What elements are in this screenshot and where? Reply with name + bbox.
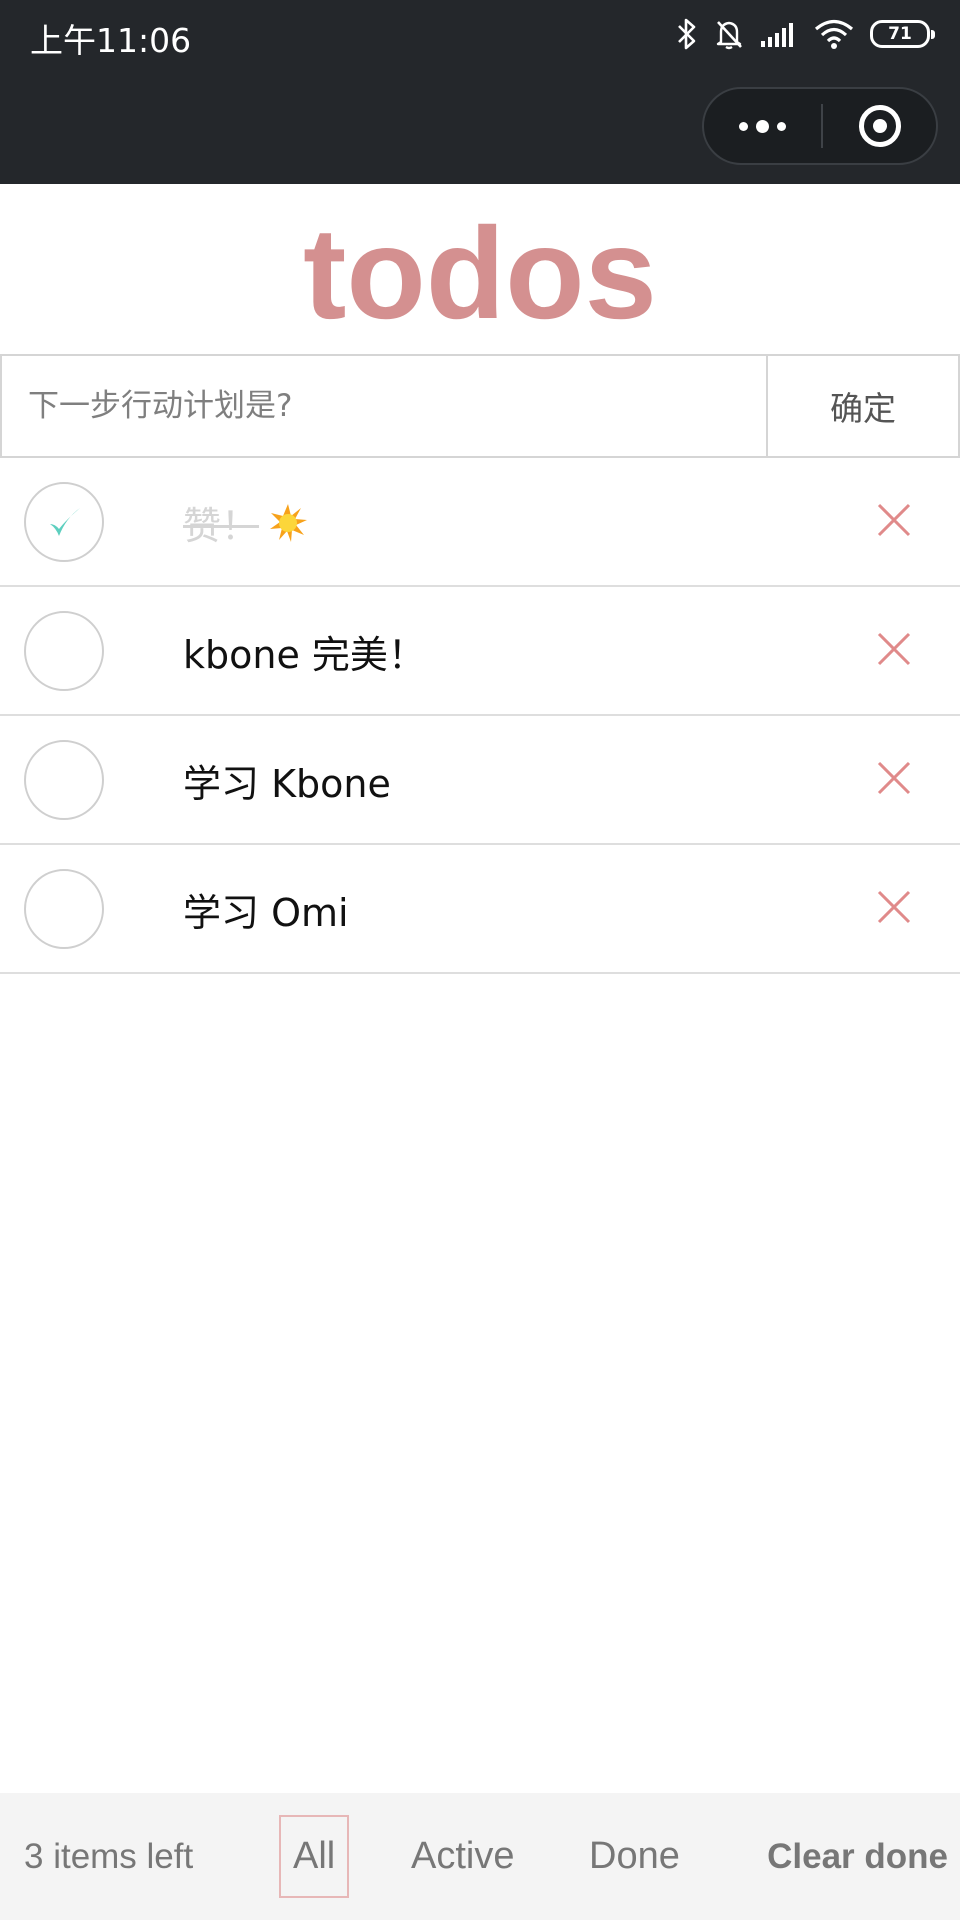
todo-item: 赞！ [0,458,960,587]
status-icons: 71 [676,14,935,54]
checkmark-icon [50,508,80,536]
todo-item: 学习 Kbone [0,716,960,845]
todo-text: 学习 Kbone [183,762,391,806]
filter-active[interactable]: Active [411,1793,514,1920]
todo-label[interactable]: 学习 Omi [183,845,349,974]
delete-icon[interactable] [876,889,912,925]
confirm-button[interactable]: 确定 [766,356,958,456]
filter-done-label: Done [589,1835,680,1877]
sun-emoji-icon [270,503,308,542]
signal-icon [761,23,793,47]
bell-off-icon [716,21,742,50]
todo-label[interactable]: 学习 Kbone [183,716,391,845]
footer: 3 items left All Active Done Clear done [0,1793,960,1920]
mini-program-capsule [702,87,938,165]
todo-list: 赞！ kbone 完美！ 学习 Kbone 学习 Omi [0,458,960,974]
target-icon[interactable] [823,89,936,163]
todo-text: 学习 Omi [183,891,349,935]
toggle-checkbox[interactable] [24,740,104,820]
app-title: todos [303,200,657,346]
delete-icon[interactable] [876,502,912,538]
new-todo-input[interactable] [2,356,766,456]
bluetooth-icon [678,18,696,50]
status-time: 上午11:06 [30,21,192,60]
filter-active-label: Active [411,1835,515,1877]
battery-icon: 71 [870,20,935,48]
filter-all[interactable]: All [279,1793,350,1920]
todo-label[interactable]: 赞！ [183,458,309,587]
battery-level: 71 [888,24,912,44]
new-todo-form: 确定 [0,354,960,458]
more-dots-icon[interactable] [704,89,821,163]
todo-text: 赞！ [183,504,260,548]
items-left-count: 3 items left [24,1836,194,1876]
toggle-checkbox[interactable] [24,869,104,949]
clear-done-button[interactable]: Clear done [767,1793,948,1920]
toggle-checkbox[interactable] [24,611,104,691]
todo-item: 学习 Omi [0,845,960,974]
filter-all-label: All [279,1815,350,1898]
todo-item: kbone 完美！ [0,587,960,716]
delete-icon[interactable] [876,631,912,667]
wifi-icon [814,19,854,49]
todo-label[interactable]: kbone 完美！ [183,587,426,716]
top-bar: 上午11:06 71 [0,0,960,184]
toggle-checkbox[interactable] [24,482,104,562]
todo-text: kbone 完美！ [183,633,426,677]
filter-done[interactable]: Done [589,1793,680,1920]
delete-icon[interactable] [876,760,912,796]
